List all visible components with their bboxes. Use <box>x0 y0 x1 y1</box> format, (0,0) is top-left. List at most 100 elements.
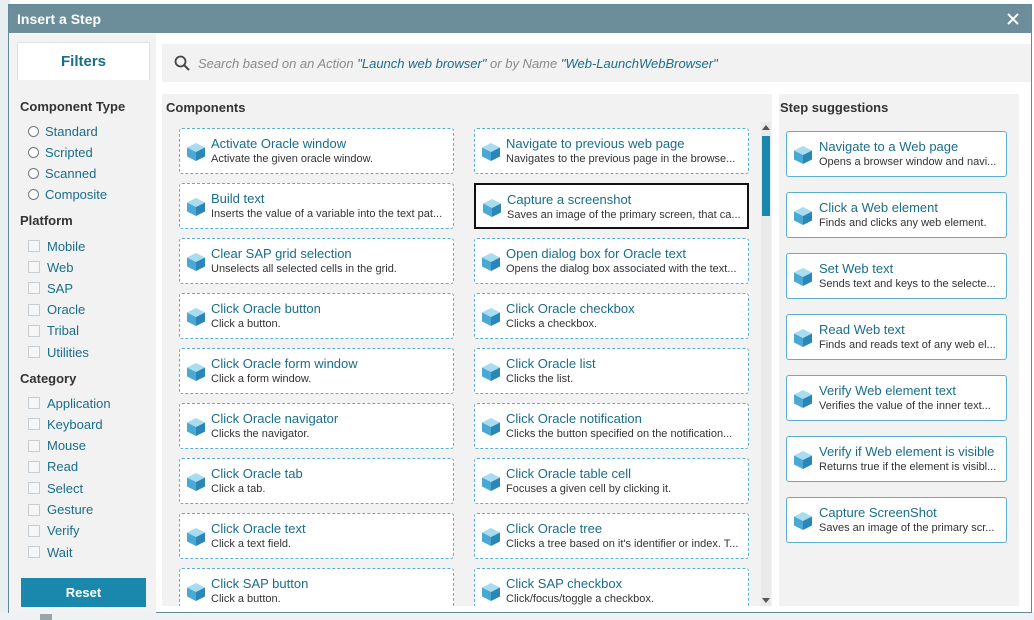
component-card[interactable]: Click Oracle table cell Focuses a given c… <box>474 458 749 504</box>
component-card[interactable]: Click SAP button Click a button. <box>179 568 454 606</box>
filters-tab[interactable]: Filters <box>17 42 150 80</box>
component-card[interactable]: Click Oracle button Click a button. <box>179 293 454 339</box>
checkbox-control[interactable] <box>28 261 40 274</box>
suggestion-card[interactable]: Set Web text Sends text and keys to the s… <box>786 253 1007 299</box>
checkbox-control[interactable] <box>28 303 40 316</box>
filter-web-checkbox[interactable]: Web <box>28 258 74 276</box>
radio-control[interactable] <box>28 168 39 180</box>
cube-icon <box>186 197 206 217</box>
suggestion-description: Returns true if the element is visibl... <box>819 461 997 473</box>
suggestion-name: Capture ScreenShot <box>819 505 937 520</box>
suggestion-card[interactable]: Click a Web element Finds and clicks any … <box>786 192 1007 238</box>
scroll-down-icon[interactable] <box>762 596 770 604</box>
scrollbar-thumb[interactable] <box>762 136 770 216</box>
checkbox-control[interactable] <box>28 346 40 358</box>
radio-control[interactable] <box>28 125 39 137</box>
cube-icon <box>186 142 206 162</box>
filter-option-label: Select <box>47 480 84 496</box>
filter-sap-checkbox[interactable]: SAP <box>28 279 73 297</box>
cube-icon <box>793 267 813 287</box>
suggestion-name: Click a Web element <box>819 200 938 215</box>
suggestion-description: Finds and clicks any web element. <box>819 217 987 229</box>
filter-standard-radio[interactable]: Standard <box>28 122 98 140</box>
filter-utilities-checkbox[interactable]: Utilities <box>28 343 89 361</box>
checkbox-control[interactable] <box>28 240 40 252</box>
component-card[interactable]: Capture a screenshot Saves an image of th… <box>474 183 749 229</box>
scroll-up-icon[interactable] <box>762 124 770 132</box>
component-card[interactable]: Open dialog box for Oracle text Opens the… <box>474 238 749 284</box>
filter-option-label: Scripted <box>45 144 93 160</box>
component-card[interactable]: Click Oracle text Click a text field. <box>179 513 454 559</box>
component-card[interactable]: Click Oracle list Clicks the list. <box>474 348 749 394</box>
filter-oracle-checkbox[interactable]: Oracle <box>28 301 85 319</box>
checkbox-control[interactable] <box>28 282 40 295</box>
filter-wait-checkbox[interactable]: Wait <box>28 543 73 561</box>
checkbox-control[interactable] <box>28 324 40 337</box>
checkbox-control[interactable] <box>28 546 40 559</box>
component-card[interactable]: Click Oracle tree Clicks a tree based on … <box>474 513 749 559</box>
filter-scripted-radio[interactable]: Scripted <box>28 143 93 161</box>
filter-tribal-checkbox[interactable]: Tribal <box>28 322 79 340</box>
suggestion-card[interactable]: Verify if Web element is visible Returns … <box>786 436 1007 482</box>
radio-control[interactable] <box>28 189 39 201</box>
component-card[interactable]: Click SAP checkbox Click/focus/toggle a c… <box>474 568 749 606</box>
cube-icon <box>186 362 206 382</box>
component-card[interactable]: Clear SAP grid selection Unselects all se… <box>179 238 454 284</box>
close-icon[interactable] <box>1003 9 1023 29</box>
component-card[interactable]: Click Oracle checkbox Clicks a checkbox. <box>474 293 749 339</box>
components-scrollbar[interactable] <box>761 122 771 606</box>
insert-step-dialog: Insert a Step Filters Component Type Sta… <box>8 4 1032 614</box>
suggestion-card[interactable]: Verify Web element text Verifies the valu… <box>786 375 1007 421</box>
component-description: Inserts the value of a variable into the… <box>211 208 443 220</box>
component-card[interactable]: Build text Inserts the value of a variabl… <box>179 183 454 229</box>
checkbox-control[interactable] <box>28 418 40 431</box>
suggestion-card[interactable]: Capture ScreenShot Saves an image of the … <box>786 497 1007 543</box>
checkbox-control[interactable] <box>28 397 40 409</box>
filter-keyboard-checkbox[interactable]: Keyboard <box>28 415 103 433</box>
component-name: Activate Oracle window <box>211 136 347 151</box>
search-input[interactable]: Search based on an Action "Launch web br… <box>162 44 1031 82</box>
filter-select-checkbox[interactable]: Select <box>28 479 83 497</box>
filter-scanned-radio[interactable]: Scanned <box>28 165 96 183</box>
filter-option-label: Wait <box>47 544 73 560</box>
filter-option-label: Application <box>47 395 111 411</box>
filter-application-checkbox[interactable]: Application <box>28 394 111 412</box>
checkbox-control[interactable] <box>28 439 40 452</box>
components-title: Components <box>166 100 246 115</box>
radio-control[interactable] <box>28 146 39 158</box>
component-name: Click Oracle table cell <box>506 466 631 481</box>
cube-icon <box>481 142 501 162</box>
component-card[interactable]: Click Oracle tab Click a tab. <box>179 458 454 504</box>
cube-icon <box>481 252 501 272</box>
cube-icon <box>186 307 206 327</box>
checkbox-control[interactable] <box>28 503 40 516</box>
suggestion-card[interactable]: Navigate to a Web page Opens a browser wi… <box>786 131 1007 177</box>
filter-mobile-checkbox[interactable]: Mobile <box>28 237 85 255</box>
component-card[interactable]: Navigate to previous web page Navigates t… <box>474 128 749 174</box>
component-card[interactable]: Click Oracle notification Clicks the butt… <box>474 403 749 449</box>
suggestion-name: Verify Web element text <box>819 383 957 398</box>
category-title: Category <box>20 371 77 386</box>
component-card[interactable]: Click Oracle form window Click a form win… <box>179 348 454 394</box>
filter-composite-radio[interactable]: Composite <box>28 186 107 204</box>
component-card[interactable]: Click Oracle navigator Clicks the navigat… <box>179 403 454 449</box>
filter-gesture-checkbox[interactable]: Gesture <box>28 501 93 519</box>
filter-option-label: Scanned <box>45 166 97 182</box>
suggestion-card[interactable]: Read Web text Finds and reads text of any… <box>786 314 1007 360</box>
component-card[interactable]: Activate Oracle window Activate the given… <box>179 128 454 174</box>
suggestion-description: Sends text and keys to the selecte... <box>819 278 996 290</box>
checkbox-control[interactable] <box>28 460 40 473</box>
checkbox-control[interactable] <box>28 482 40 495</box>
checkbox-control[interactable] <box>28 524 40 537</box>
reset-button[interactable]: Reset <box>21 578 146 607</box>
cube-icon <box>793 389 813 409</box>
filter-mouse-checkbox[interactable]: Mouse <box>28 437 86 455</box>
filter-read-checkbox[interactable]: Read <box>28 458 78 476</box>
cube-icon <box>186 252 206 272</box>
suggestion-description: Finds and reads text of any web el... <box>819 339 996 351</box>
component-description: Unselects all selected cells in the grid… <box>211 263 397 275</box>
component-name: Click Oracle navigator <box>211 411 339 426</box>
component-name: Click SAP button <box>211 576 309 591</box>
dialog-titlebar: Insert a Step <box>9 5 1031 33</box>
filter-verify-checkbox[interactable]: Verify <box>28 522 80 540</box>
